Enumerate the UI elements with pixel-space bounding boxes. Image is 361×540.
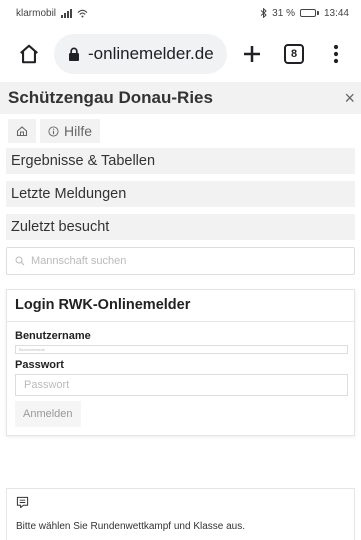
menu-item-recently-visited[interactable]: Zuletzt besucht	[6, 214, 355, 240]
password-label: Passwort	[15, 359, 64, 371]
login-button[interactable]: Anmelden	[15, 401, 81, 427]
new-tab-button[interactable]	[235, 37, 269, 71]
info-icon	[48, 125, 59, 137]
help-label: Hilfe	[64, 123, 93, 139]
tab-count: 8	[284, 44, 304, 64]
menu-button[interactable]	[319, 37, 353, 71]
browser-toolbar: -onlinemelder.de 8	[0, 26, 361, 82]
username-placeholder: Benutzername	[19, 347, 46, 352]
battery-icon	[299, 9, 319, 17]
tab-switcher-button[interactable]: 8	[277, 37, 311, 71]
plus-icon	[244, 46, 260, 62]
home-button[interactable]	[12, 37, 46, 71]
battery-percent: 31 %	[272, 7, 295, 19]
login-title: Login RWK-Onlinemelder	[7, 290, 354, 322]
address-bar[interactable]: -onlinemelder.de	[54, 34, 227, 74]
username-label: Benutzername	[15, 330, 91, 342]
home-icon	[20, 44, 38, 64]
search-icon	[15, 256, 25, 266]
info-message: Bitte wählen Sie Rundenwettkampf und Kla…	[6, 488, 355, 540]
login-panel: Login RWK-Onlinemelder Benutzername Benu…	[6, 289, 355, 436]
signal-icon	[61, 8, 73, 18]
lock-icon	[69, 47, 79, 61]
status-bar: klarmobil 31 % 13:44	[0, 0, 361, 26]
password-field[interactable]: Passwort	[15, 374, 348, 396]
carrier-name: klarmobil	[16, 7, 57, 19]
menu-item-latest-reports[interactable]: Letzte Meldungen	[6, 181, 355, 207]
close-button[interactable]: ×	[344, 89, 355, 107]
breadcrumb-help[interactable]: Hilfe	[40, 119, 101, 143]
url-text: -onlinemelder.de	[88, 44, 214, 63]
info-text: Bitte wählen Sie Rundenwettkampf und Kla…	[16, 521, 246, 532]
wifi-icon	[77, 9, 88, 17]
home-icon	[16, 126, 28, 137]
search-placeholder: Mannschaft suchen	[31, 255, 127, 267]
breadcrumb: Hilfe	[0, 114, 361, 148]
page-title: Schützengau Donau-Ries	[8, 88, 213, 107]
username-field[interactable]: Benutzername	[15, 345, 348, 354]
more-vert-icon	[333, 44, 339, 64]
bluetooth-icon	[260, 8, 267, 18]
message-icon	[16, 496, 29, 509]
clock: 13:44	[323, 7, 349, 19]
password-placeholder: Passwort	[24, 379, 70, 391]
breadcrumb-home[interactable]	[8, 119, 36, 143]
team-search-input[interactable]: Mannschaft suchen	[6, 247, 355, 275]
menu-item-results[interactable]: Ergebnisse & Tabellen	[6, 148, 355, 174]
page-header: Schützengau Donau-Ries ×	[0, 82, 361, 114]
